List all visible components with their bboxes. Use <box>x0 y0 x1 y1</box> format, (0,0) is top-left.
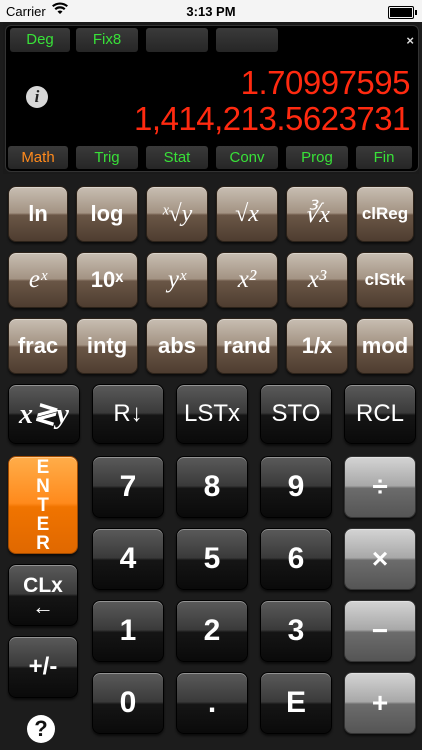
enter-letter: T <box>37 494 49 516</box>
y-power-x-key[interactable]: yˣ <box>146 252 208 308</box>
frac-key[interactable]: frac <box>8 318 68 374</box>
add-key[interactable]: + <box>344 672 416 734</box>
digit-0-key[interactable]: 0 <box>92 672 164 734</box>
digit-7-key[interactable]: 7 <box>92 456 164 518</box>
clear-stack-key[interactable]: clStk <box>356 252 414 308</box>
tab-prog[interactable]: Prog <box>286 146 348 169</box>
mod-key[interactable]: mod <box>356 318 414 374</box>
digit-5-key[interactable]: 5 <box>176 528 248 590</box>
digit-3-key[interactable]: 3 <box>260 600 332 662</box>
recall-key[interactable]: RCL <box>344 384 416 444</box>
display-line-y: 1,414,213.5623731 <box>134 100 410 137</box>
clock: 3:13 PM <box>186 4 236 19</box>
last-x-key[interactable]: LSTx <box>176 384 248 444</box>
subtract-key[interactable]: − <box>344 600 416 662</box>
enter-letter: R <box>36 532 50 554</box>
ln-key[interactable]: ln <box>8 186 68 242</box>
roll-down-key[interactable]: R↓ <box>92 384 164 444</box>
rand-key[interactable]: rand <box>216 318 278 374</box>
digit-6-key[interactable]: 6 <box>260 528 332 590</box>
square-key[interactable]: x² <box>216 252 278 308</box>
swap-xy-key[interactable]: x≷y <box>8 384 80 444</box>
tab-fin[interactable]: Fin <box>356 146 412 169</box>
enter-letter: N <box>36 475 50 497</box>
angle-mode-button[interactable]: Deg <box>10 28 70 52</box>
sqrt-key[interactable]: √x <box>216 186 278 242</box>
tab-stat[interactable]: Stat <box>146 146 208 169</box>
mode-slot-4[interactable] <box>216 28 278 52</box>
display-format-button[interactable]: Fix8 <box>76 28 138 52</box>
cube-key[interactable]: x³ <box>286 252 348 308</box>
exponent-key[interactable]: E <box>260 672 332 734</box>
clear-x-key[interactable]: CLx ← <box>8 564 78 626</box>
digit-4-key[interactable]: 4 <box>92 528 164 590</box>
clear-registers-key[interactable]: clReg <box>356 186 414 242</box>
reciprocal-key[interactable]: 1/x <box>286 318 348 374</box>
display-line-x: 1.70997595 <box>240 64 411 101</box>
digit-1-key[interactable]: 1 <box>92 600 164 662</box>
ten-power-key[interactable]: 10ˣ <box>76 252 138 308</box>
battery-icon <box>388 6 417 19</box>
enter-letter: E <box>36 513 50 535</box>
backspace-arrow-icon: ← <box>32 594 54 619</box>
enter-letter: E <box>36 456 50 478</box>
info-icon[interactable]: i <box>26 86 48 108</box>
enter-key[interactable]: E N T E R <box>8 456 78 554</box>
decimal-point-key[interactable]: . <box>176 672 248 734</box>
intg-key[interactable]: intg <box>76 318 138 374</box>
cube-root-key[interactable]: ∛x <box>286 186 348 242</box>
tab-trig[interactable]: Trig <box>76 146 138 169</box>
status-bar: Carrier 3:13 PM <box>0 0 422 22</box>
digit-9-key[interactable]: 9 <box>260 456 332 518</box>
tab-conv[interactable]: Conv <box>216 146 278 169</box>
change-sign-key[interactable]: +/- <box>8 636 78 698</box>
xth-root-key[interactable]: ˣ√y <box>146 186 208 242</box>
tab-math[interactable]: Math <box>8 146 68 169</box>
close-icon[interactable]: × <box>406 33 414 48</box>
divide-key[interactable]: ÷ <box>344 456 416 518</box>
mode-slot-3[interactable] <box>146 28 208 52</box>
multiply-key[interactable]: × <box>344 528 416 590</box>
log-key[interactable]: log <box>76 186 138 242</box>
exp-key[interactable]: eˣ <box>8 252 68 308</box>
digit-8-key[interactable]: 8 <box>176 456 248 518</box>
help-icon[interactable]: ? <box>27 715 55 743</box>
digit-2-key[interactable]: 2 <box>176 600 248 662</box>
store-key[interactable]: STO <box>260 384 332 444</box>
abs-key[interactable]: abs <box>146 318 208 374</box>
